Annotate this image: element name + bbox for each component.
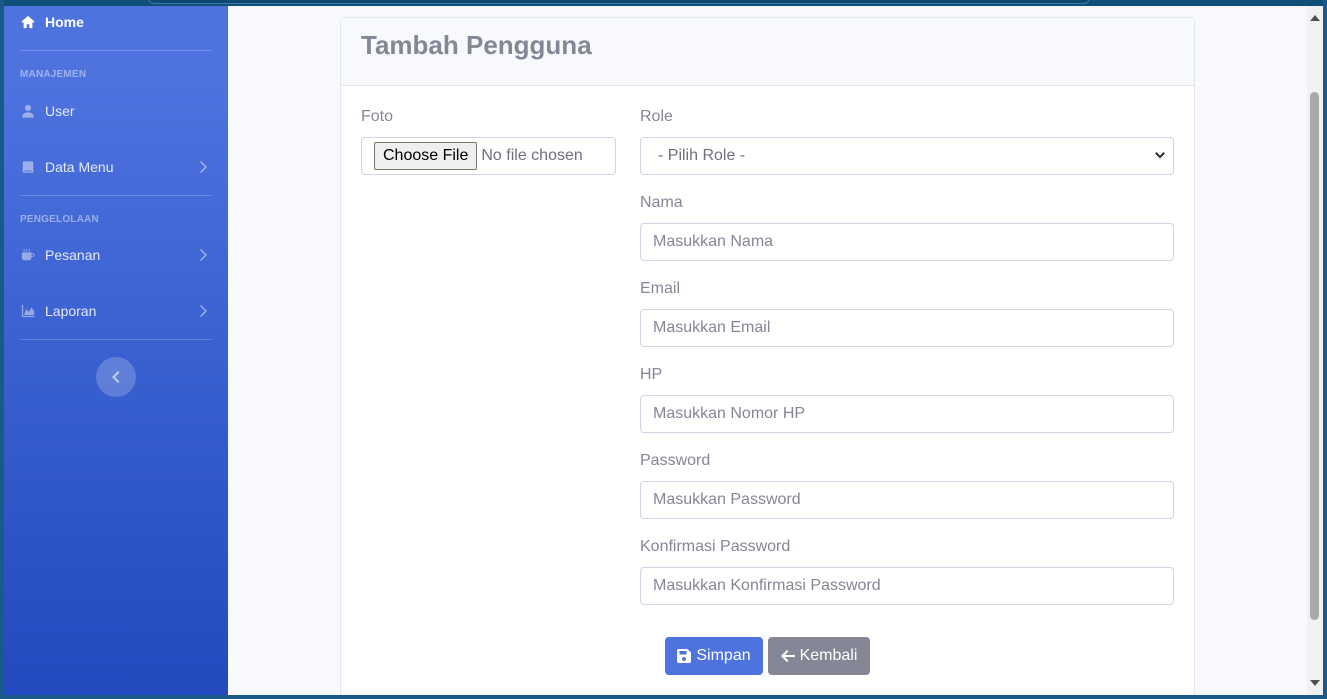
- sidebar-item-label: Pesanan: [45, 247, 101, 263]
- page-title: Tambah Pengguna: [361, 30, 592, 60]
- role-select[interactable]: - Pilih Role -: [640, 137, 1174, 175]
- sidebar: Home MANAJEMEN User Data Menu PENGELOLAA…: [4, 6, 228, 695]
- sidebar-divider: [20, 339, 212, 340]
- browser-tab-strip: [148, 0, 1090, 4]
- sidebar-heading-manajemen: MANAJEMEN: [20, 69, 87, 80]
- sidebar-item-data-menu[interactable]: Data Menu: [4, 147, 228, 187]
- simpan-label: Simpan: [696, 647, 751, 664]
- window-border-bottom: [0, 695, 1327, 699]
- sidebar-item-label: Laporan: [45, 303, 97, 319]
- choose-file-button[interactable]: Choose File: [374, 142, 478, 170]
- kembali-label: Kembali: [799, 647, 858, 664]
- foto-file-input[interactable]: Choose File No file chosen: [361, 137, 616, 175]
- nama-field[interactable]: [640, 223, 1174, 261]
- scrollbar-thumb[interactable]: [1310, 92, 1319, 620]
- sidebar-toggle-button[interactable]: [96, 357, 136, 397]
- role-label: Role: [640, 108, 673, 125]
- chart-area-icon: [20, 303, 36, 319]
- save-icon: [677, 649, 692, 663]
- email-label: Email: [640, 280, 681, 297]
- kembali-button[interactable]: Kembali: [768, 637, 870, 675]
- chevron-right-icon: [200, 248, 208, 262]
- sidebar-divider: [20, 50, 212, 51]
- password-field[interactable]: [640, 481, 1174, 519]
- sidebar-item-home[interactable]: Home: [4, 2, 228, 42]
- hp-field[interactable]: [640, 395, 1174, 433]
- role-selected-value: - Pilih Role -: [658, 147, 746, 164]
- email-field[interactable]: [640, 309, 1174, 347]
- scroll-up-icon[interactable]: [1310, 14, 1320, 22]
- book-icon: [20, 159, 36, 175]
- hp-label: HP: [640, 366, 663, 383]
- home-icon: [20, 14, 36, 30]
- sidebar-item-label: Data Menu: [45, 159, 114, 175]
- arrow-left-icon: [780, 650, 795, 662]
- konfirmasi-password-label: Konfirmasi Password: [640, 538, 791, 555]
- password-label: Password: [640, 452, 711, 469]
- simpan-button[interactable]: Simpan: [665, 637, 763, 675]
- vertical-scrollbar[interactable]: [1307, 6, 1323, 695]
- chevron-right-icon: [200, 160, 208, 174]
- sidebar-item-laporan[interactable]: Laporan: [4, 291, 228, 331]
- nama-label: Nama: [640, 194, 683, 211]
- user-icon: [20, 103, 36, 119]
- chevron-right-icon: [200, 304, 208, 318]
- card-header: Tambah Pengguna: [341, 18, 1194, 86]
- window-border-right: [1323, 0, 1327, 699]
- chevron-down-icon: [1155, 152, 1165, 159]
- foto-label: Foto: [361, 108, 394, 125]
- main-content: Tambah Pengguna Foto Choose File No file…: [228, 6, 1307, 699]
- scroll-down-icon[interactable]: [1310, 679, 1320, 687]
- sidebar-item-pesanan[interactable]: Pesanan: [4, 235, 228, 275]
- sidebar-item-label: User: [45, 103, 75, 119]
- konfirmasi-password-field[interactable]: [640, 567, 1174, 605]
- file-status: No file chosen: [481, 147, 583, 164]
- sidebar-heading-pengelolaan: PENGELOLAAN: [20, 214, 99, 225]
- form-card: Tambah Pengguna Foto Choose File No file…: [340, 17, 1195, 699]
- coffee-icon: [20, 247, 36, 263]
- sidebar-item-user[interactable]: User: [4, 91, 228, 131]
- sidebar-divider: [20, 195, 212, 196]
- chevron-left-icon: [112, 371, 120, 383]
- sidebar-item-label: Home: [45, 14, 84, 30]
